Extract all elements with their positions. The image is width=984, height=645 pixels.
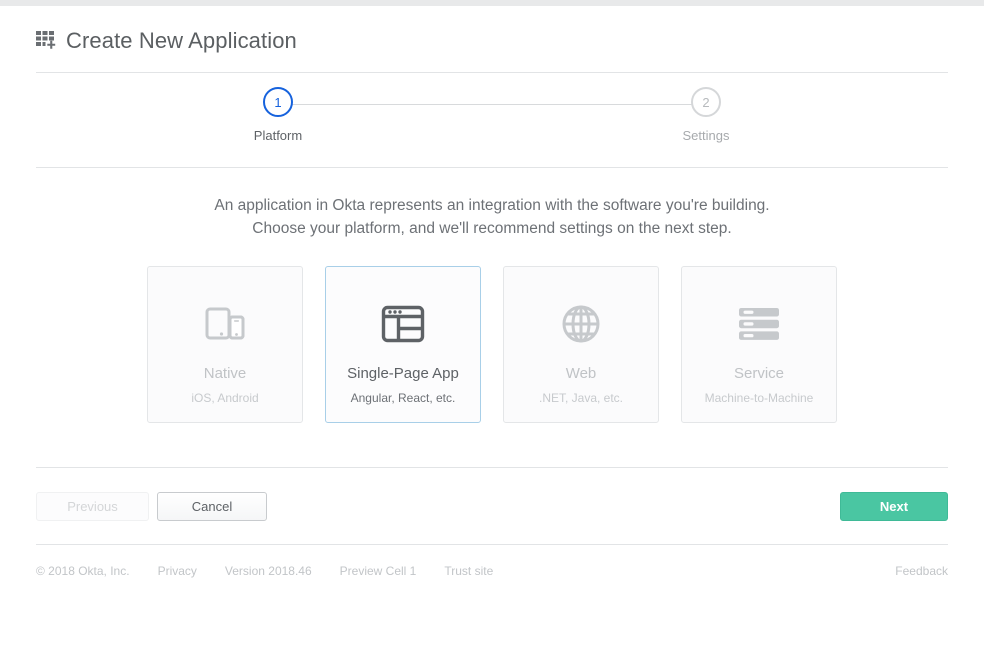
next-button[interactable]: Next [840,491,948,521]
page-header: Create New Application [36,6,948,72]
platform-card-subtitle: Angular, React, etc. [350,391,456,405]
server-stack-icon [737,301,781,347]
footer-link-privacy[interactable]: Privacy [158,564,197,578]
step-number-badge: 2 [691,87,721,117]
step-label: Settings [682,128,730,143]
platform-card-title: Web [565,365,597,382]
page-footer: © 2018 Okta, Inc. Privacy Version 2018.4… [36,545,948,597]
page-description: An application in Okta represents an int… [36,168,948,240]
platform-card-subtitle: .NET, Java, etc. [538,391,624,405]
footer-cell: Preview Cell 1 [339,564,417,578]
wizard-actions: Previous Cancel Next [36,468,948,544]
platform-card-single-page-app[interactable]: Single-Page App Angular, React, etc. [325,266,481,423]
step-number-badge: 1 [263,87,293,117]
stepper-step-platform[interactable]: 1 Platform [242,87,314,143]
platform-card-subtitle: Machine-to-Machine [704,391,814,405]
platform-card-native[interactable]: Native iOS, Android [147,266,303,423]
previous-button[interactable]: Previous [36,491,149,521]
browser-window-icon [381,301,425,347]
grid-plus-icon [36,30,58,52]
platform-card-web[interactable]: Web .NET, Java, etc. [503,266,659,423]
page-title: Create New Application [66,28,297,53]
wizard-stepper: 1 Platform 2 Settings [36,73,948,167]
footer-version: Version 2018.46 [224,564,312,578]
description-line-1: An application in Okta represents an int… [214,197,770,214]
platform-card-list: Native iOS, Android Single-Page App Angu… [36,240,948,423]
platform-card-service[interactable]: Service Machine-to-Machine [681,266,837,423]
platform-card-title: Service [733,365,785,382]
platform-card-title: Single-Page App [347,365,459,382]
footer-link-trust-site[interactable]: Trust site [444,564,493,578]
globe-icon [559,301,603,347]
stepper-step-settings[interactable]: 2 Settings [670,87,742,143]
description-line-2: Choose your platform, and we'll recommen… [252,220,732,237]
footer-copyright: © 2018 Okta, Inc. [36,564,130,578]
cancel-button[interactable]: Cancel [157,491,267,521]
create-application-page: Create New Application 1 Platform 2 Sett… [0,6,984,645]
platform-card-subtitle: iOS, Android [191,391,259,405]
devices-icon [203,301,247,347]
footer-link-feedback[interactable]: Feedback [895,564,948,578]
step-label: Platform [253,128,303,143]
platform-card-title: Native [203,365,247,382]
